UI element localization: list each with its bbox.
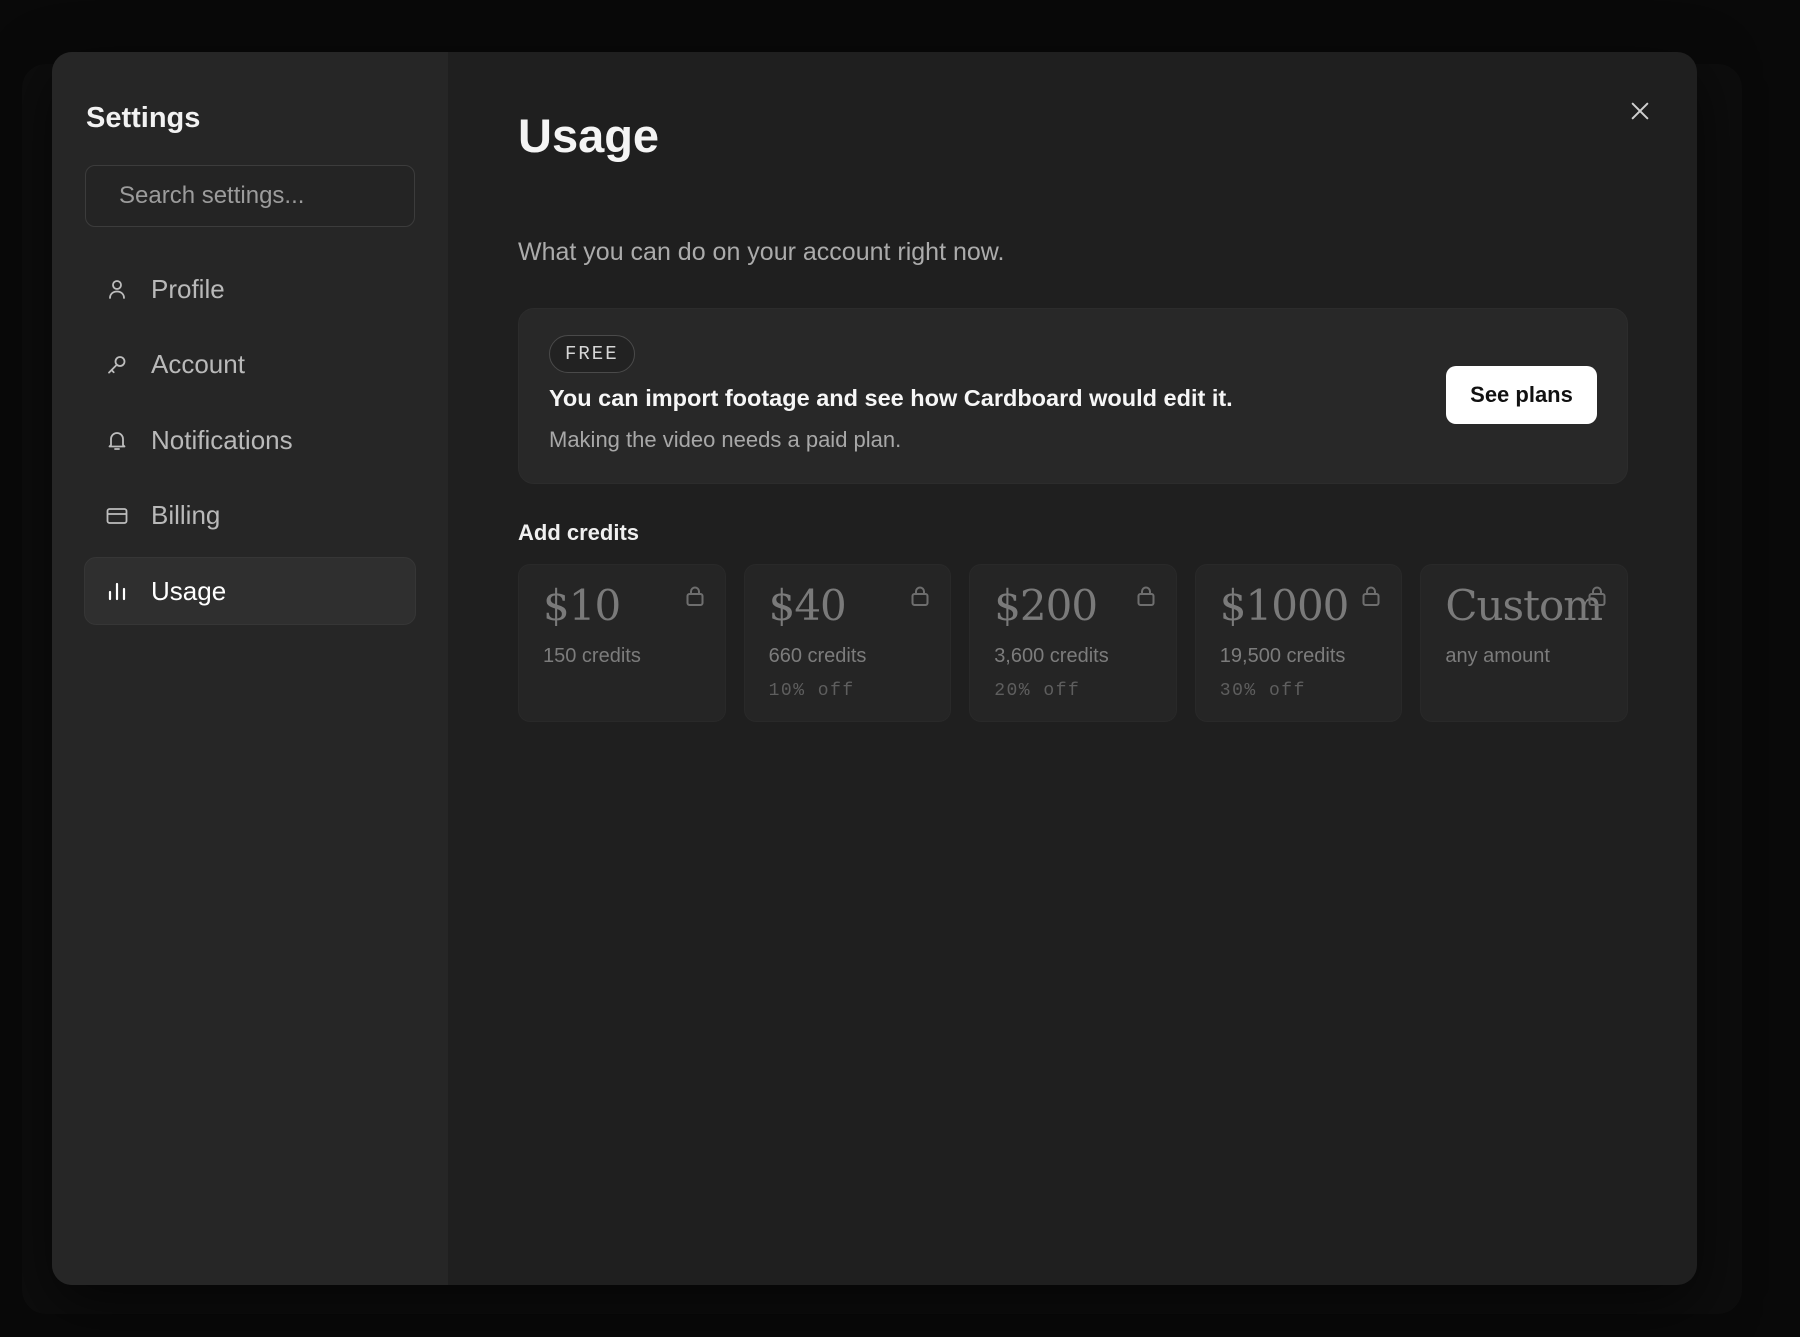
credit-option-10[interactable]: $10 150 credits <box>518 564 726 722</box>
credit-discount: 20% off <box>994 681 1081 701</box>
lock-icon <box>911 586 929 606</box>
usage-panel: Usage What you can do on your account ri… <box>448 52 1697 1285</box>
credit-card-icon <box>105 504 129 528</box>
search-box[interactable] <box>85 165 429 227</box>
sidebar-item-label: Usage <box>151 575 227 606</box>
sidebar-item-profile[interactable]: Profile <box>84 255 416 323</box>
credit-discount: 10% off <box>768 681 855 701</box>
page-subtitle: What you can do on your account right no… <box>518 238 1005 266</box>
credit-amount: 660 credits <box>768 645 867 667</box>
credit-price: $40 <box>768 581 847 630</box>
settings-sidebar: Settings Profile Account <box>52 52 448 1285</box>
credit-price: Custom <box>1445 581 1603 630</box>
credit-option-200[interactable]: $200 3,600 credits 20% off <box>969 564 1177 722</box>
settings-nav: Profile Account Notifications Billing Us… <box>84 255 416 625</box>
sidebar-item-usage[interactable]: Usage <box>84 557 416 625</box>
credit-amount: 3,600 credits <box>994 645 1109 667</box>
credit-option-40[interactable]: $40 660 credits 10% off <box>743 564 952 722</box>
current-plan-card: FREE You can import footage and see how … <box>518 308 1628 484</box>
sidebar-item-billing[interactable]: Billing <box>84 482 416 550</box>
sidebar-item-account[interactable]: Account <box>84 331 416 399</box>
lock-icon <box>1362 586 1380 606</box>
plan-headline: You can import footage and see how Cardb… <box>549 385 1233 411</box>
sidebar-item-notifications[interactable]: Notifications <box>84 406 416 474</box>
sidebar-item-label: Account <box>151 349 245 379</box>
sidebar-item-label: Billing <box>151 500 221 530</box>
plan-badge: FREE <box>549 335 635 373</box>
page-title: Usage <box>518 109 660 162</box>
credit-option-custom[interactable]: Custom any amount <box>1420 564 1628 722</box>
settings-modal: Settings Profile Account <box>52 52 1697 1285</box>
credit-amount: any amount <box>1445 645 1550 667</box>
close-button[interactable] <box>1623 94 1657 128</box>
sidebar-item-label: Profile <box>151 273 225 304</box>
plan-description: Making the video needs a paid plan. <box>549 427 902 452</box>
bar-chart-icon <box>105 579 129 603</box>
credit-price: $1000 <box>1219 581 1350 630</box>
search-input[interactable] <box>119 182 429 210</box>
credit-price: $10 <box>543 581 621 630</box>
sidebar-item-label: Notifications <box>151 424 293 455</box>
credit-amount: 150 credits <box>543 645 641 667</box>
close-icon <box>1631 102 1649 120</box>
see-plans-button[interactable]: See plans <box>1446 366 1597 424</box>
credit-amount: 19,500 credits <box>1219 645 1346 667</box>
lock-icon <box>686 586 704 606</box>
key-icon <box>105 353 129 377</box>
user-icon <box>105 277 129 301</box>
sidebar-title: Settings <box>86 102 201 134</box>
lock-icon <box>1137 586 1155 606</box>
credit-option-1000[interactable]: $1000 19,500 credits 30% off <box>1194 564 1403 722</box>
add-credits-heading: Add credits <box>518 520 640 545</box>
credit-discount: 30% off <box>1219 681 1306 701</box>
lock-icon <box>1588 586 1606 606</box>
credit-price: $200 <box>994 581 1098 630</box>
credit-options: $10 150 credits $40 660 credits 10% off … <box>518 564 1628 724</box>
bell-icon <box>105 428 129 452</box>
